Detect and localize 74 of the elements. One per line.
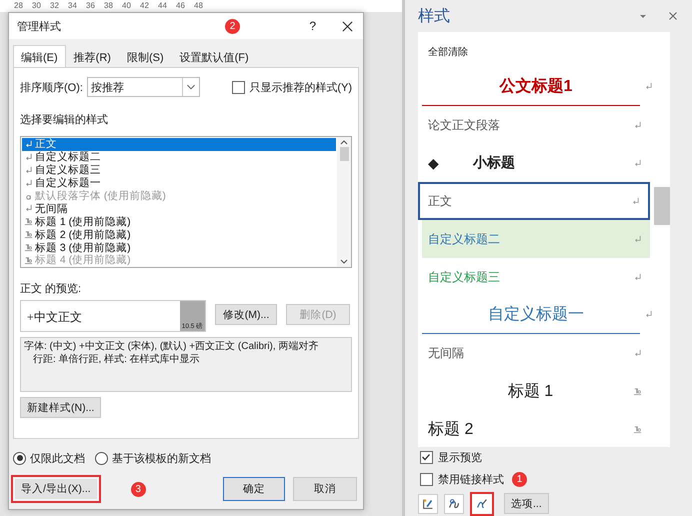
style-list-item[interactable]: 标题 3 (使用前隐藏) [22, 241, 336, 254]
linked-style-icon [24, 230, 33, 240]
sort-label: 排序顺序(O): [20, 80, 83, 94]
toolbar-button[interactable] [418, 494, 438, 514]
step-badge: 2 [225, 18, 240, 34]
toolbar-button[interactable] [470, 492, 494, 516]
sort-dropdown[interactable]: 按推荐 [86, 77, 200, 97]
style-list-item[interactable]: 自定义标题三 [22, 164, 336, 177]
step-badge: 3 [130, 482, 146, 496]
ruler-number: 30 [32, 0, 42, 12]
paragraph-mark-icon [24, 152, 33, 162]
style-item[interactable]: 标题 2 [422, 410, 650, 448]
help-button[interactable]: ? [309, 19, 316, 33]
ruler-number: 48 [194, 0, 204, 12]
style-list-item[interactable]: 正文 [22, 138, 336, 151]
ruler-number: 46 [176, 0, 186, 12]
checkbox-label: 禁用链接样式 [438, 472, 504, 487]
tab[interactable]: 编辑(E) [13, 45, 66, 67]
checkbox-label: 显示预览 [438, 451, 482, 466]
checkbox-label: 只显示推荐的样式(Y) [249, 80, 352, 94]
pane-title: 样式 [418, 6, 450, 27]
ruler-number: 40 [122, 0, 132, 12]
style-list-item[interactable]: 自定义标题二 [22, 150, 336, 164]
style-item[interactable]: 自定义标题一 [422, 296, 640, 334]
toolbar-button[interactable] [444, 494, 464, 514]
close-icon[interactable] [342, 20, 353, 32]
radio-button[interactable] [95, 452, 108, 464]
checkbox[interactable] [420, 472, 433, 486]
linked-style-icon [24, 243, 33, 252]
style-list-item[interactable]: 无间隔 [22, 202, 336, 216]
window-title: 管理样式 [17, 20, 61, 34]
style-item[interactable]: 自定义标题二 [422, 220, 650, 258]
style-item[interactable]: 论文正文段落 [422, 106, 650, 144]
ruler-number: 32 [50, 0, 60, 12]
style-list-item[interactable]: 标题 1 (使用前隐藏) [22, 215, 336, 228]
style-list-item[interactable]: 标题 2 (使用前隐藏) [22, 228, 336, 242]
preview-text: +中文正文 [26, 309, 83, 326]
style-item[interactable]: 公文标题1 [422, 68, 640, 106]
cancel-button[interactable]: 取消 [293, 477, 357, 501]
options-button[interactable]: 选项... [504, 493, 549, 514]
paragraph-mark-icon [24, 178, 33, 188]
new-style-button[interactable]: 新建样式(N)... [20, 397, 102, 418]
ruler-number: 36 [86, 0, 96, 12]
preview-label: 正文 的预览: [20, 282, 82, 296]
radio-button[interactable] [13, 452, 26, 464]
scrollbar-thumb[interactable] [654, 187, 670, 226]
step-badge: 1 [512, 472, 527, 487]
ruler-number: 38 [104, 0, 114, 12]
checkbox[interactable] [232, 80, 246, 94]
style-item[interactable]: 正文 [418, 182, 650, 220]
style-item[interactable]: 全部清除 [422, 32, 650, 68]
radio-label: 仅限此文档 [30, 452, 85, 466]
modify-button[interactable]: 修改(M)... [215, 304, 277, 325]
radio-label: 基于该模板的新文档 [112, 452, 211, 466]
ruler-number: 42 [140, 0, 150, 12]
paragraph-mark-icon [24, 140, 33, 149]
ruler-number: 44 [158, 0, 168, 12]
paragraph-mark-icon [24, 166, 33, 175]
linked-style-icon [24, 256, 33, 265]
style-item[interactable]: 无间隔 [422, 334, 650, 372]
list-label: 选择要编辑的样式 [20, 113, 109, 127]
linked-style-icon [24, 217, 33, 226]
scrollbar-thumb[interactable] [340, 147, 348, 161]
checkbox[interactable] [420, 451, 433, 464]
import-export-button[interactable]: 导入/导出(X)... [11, 475, 101, 503]
style-description: 字体: (中文) +中文正文 (宋体), (默认) +西文正文 (Calibri), 两端对齐 行距: 单倍行距, 样式: 在样式库中显示 [20, 337, 352, 392]
ruler-number: 34 [68, 0, 78, 12]
style-item[interactable]: ◆ 小标题 [422, 144, 650, 182]
scrollbar[interactable] [337, 137, 351, 267]
style-list-item[interactable]: 自定义标题一 [22, 176, 336, 190]
ok-button[interactable]: 确定 [223, 477, 285, 501]
style-item[interactable]: 标题 1 [422, 372, 650, 410]
ruler-number: 28 [14, 0, 24, 12]
paragraph-mark-icon [24, 204, 33, 214]
